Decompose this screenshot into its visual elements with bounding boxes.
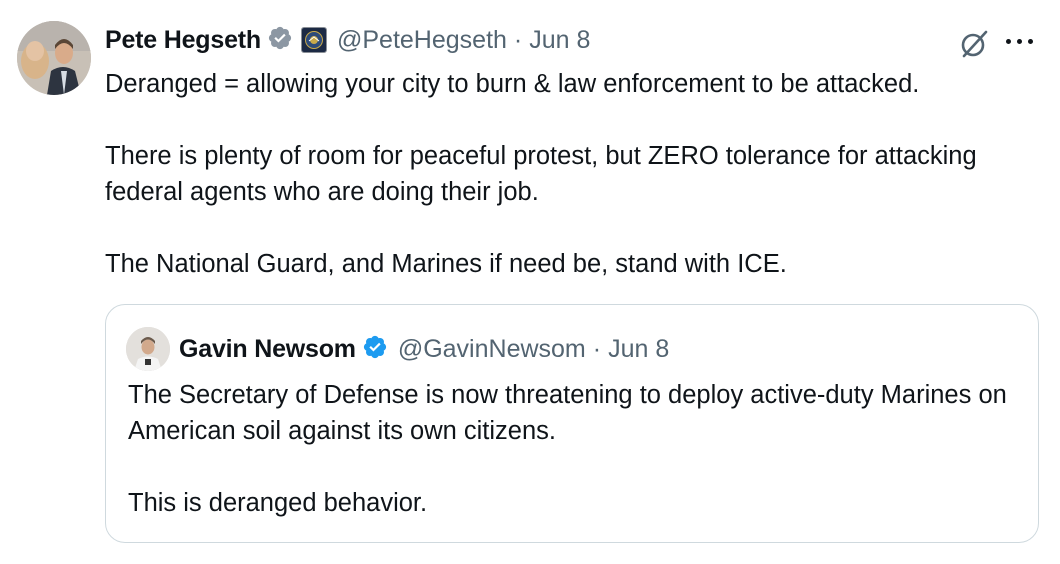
more-options-icon[interactable]	[1006, 34, 1042, 48]
tweet-paragraph: There is plenty of room for peaceful pro…	[105, 142, 977, 206]
quoted-author-name[interactable]: Gavin Newsom	[179, 335, 356, 364]
blue-verified-badge-icon[interactable]	[362, 334, 388, 365]
quoted-tweet-text: The Secretary of Defense is now threaten…	[128, 377, 1018, 521]
quoted-tweet-header: Gavin Newsom @GavinNewsom · Jun 8	[179, 329, 669, 369]
author-name[interactable]: Pete Hegseth	[105, 26, 261, 55]
tweet-header: Pete Hegseth @PeteHegseth · Jun 8	[105, 22, 590, 58]
quoted-paragraph: This is deranged behavior.	[128, 489, 428, 517]
tweet[interactable]: Pete Hegseth @PeteHegseth · Jun 8 Derang…	[0, 0, 1060, 564]
quoted-author-avatar[interactable]	[126, 327, 170, 371]
quoted-paragraph: The Secretary of Defense is now threaten…	[128, 381, 1007, 445]
separator-dot: ·	[592, 334, 602, 363]
separator-dot: ·	[513, 25, 523, 54]
gray-verified-badge-icon[interactable]	[267, 25, 293, 56]
author-handle[interactable]: @PeteHegseth	[337, 26, 507, 55]
quoted-tweet[interactable]: Gavin Newsom @GavinNewsom · Jun 8 The Se…	[105, 304, 1039, 543]
quoted-tweet-date[interactable]: Jun 8	[608, 335, 669, 364]
dod-seal-icon[interactable]	[301, 27, 327, 53]
grok-icon[interactable]	[958, 28, 990, 60]
tweet-date[interactable]: Jun 8	[529, 26, 590, 55]
tweet-paragraph: The National Guard, and Marines if need …	[105, 250, 787, 278]
author-avatar[interactable]	[17, 21, 91, 95]
tweet-paragraph: Deranged = allowing your city to burn & …	[105, 70, 920, 98]
quoted-author-handle[interactable]: @GavinNewsom	[398, 335, 586, 364]
tweet-text: Deranged = allowing your city to burn & …	[105, 66, 1035, 282]
